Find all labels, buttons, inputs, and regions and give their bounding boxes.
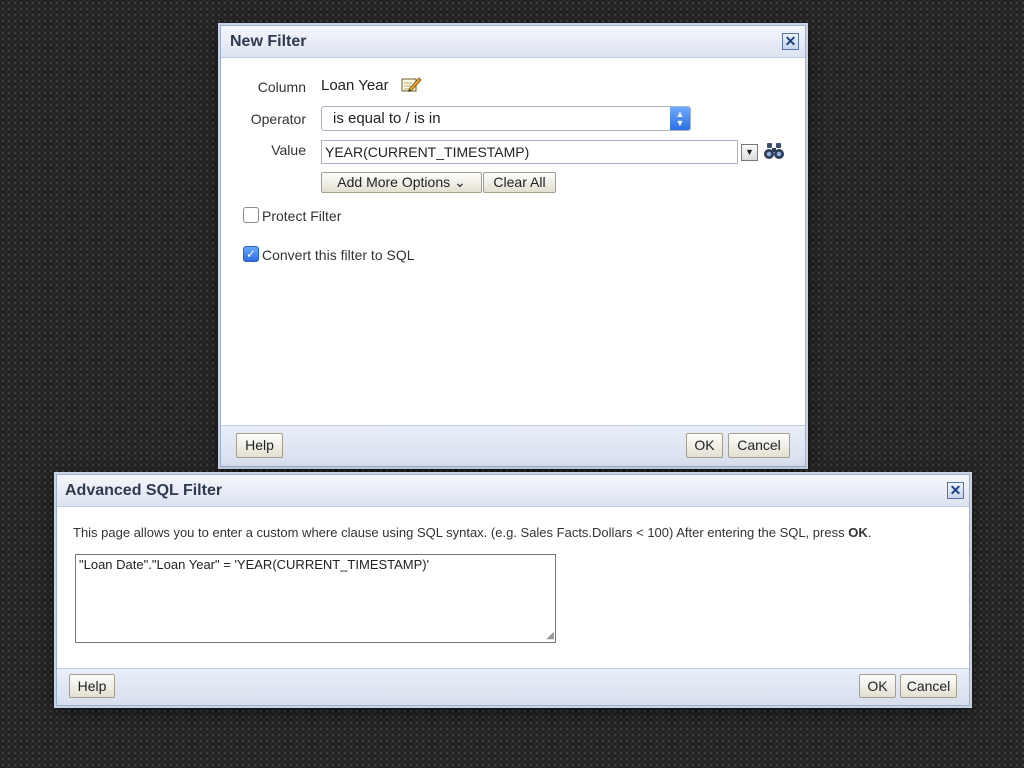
resize-grip-icon[interactable]: ◢ (546, 631, 554, 641)
value-dropdown-button[interactable]: ▼ (741, 144, 758, 161)
help-button[interactable]: Help (236, 433, 283, 458)
new-filter-title: New Filter (230, 33, 307, 50)
sql-instructions-end: . (867, 525, 872, 540)
sql-textarea[interactable]: "Loan Date"."Loan Year" = 'YEAR(CURRENT_… (75, 554, 556, 643)
clear-all-label: Clear All (493, 174, 546, 190)
value-label: Value (271, 142, 306, 158)
operator-label: Operator (250, 111, 306, 127)
select-arrows-icon: ▲ ▼ (670, 107, 690, 130)
advanced-sql-header: Advanced SQL Filter ✕ (57, 475, 969, 507)
column-value: Loan Year (321, 77, 389, 94)
help-button[interactable]: Help (69, 674, 115, 698)
operator-select[interactable]: is equal to / is in ▲ ▼ (321, 106, 691, 131)
close-icon: ✕ (784, 33, 797, 49)
sql-instructions: This page allows you to enter a custom w… (73, 525, 963, 540)
help-label: Help (77, 678, 107, 694)
operator-selected-value: is equal to / is in (333, 110, 441, 127)
add-more-options-label: Add More Options ⌄ (337, 174, 466, 190)
advanced-sql-close-button[interactable]: ✕ (947, 482, 964, 499)
new-filter-header: New Filter ✕ (221, 26, 805, 58)
new-filter-dialog: New Filter ✕ Column Loan Year Operator i… (220, 25, 806, 467)
sql-instructions-text: This page allows you to enter a custom w… (73, 525, 849, 540)
new-filter-close-button[interactable]: ✕ (782, 33, 799, 50)
value-input-text: YEAR(CURRENT_TIMESTAMP) (325, 144, 530, 160)
help-label: Help (245, 437, 274, 453)
convert-sql-checkbox[interactable]: ✓ (243, 246, 259, 262)
checkmark-icon: ✓ (245, 247, 257, 261)
ok-label: OK (694, 437, 715, 453)
sql-instructions-ok: OK (848, 525, 868, 540)
binoculars-icon[interactable] (763, 142, 785, 160)
sql-textarea-text: "Loan Date"."Loan Year" = 'YEAR(CURRENT_… (79, 557, 430, 572)
advanced-sql-title: Advanced SQL Filter (65, 482, 223, 499)
protect-filter-label: Protect Filter (262, 208, 342, 224)
chevron-down-icon: ▼ (745, 147, 754, 157)
cancel-button[interactable]: Cancel (900, 674, 957, 698)
new-filter-footer: Help OK Cancel (221, 425, 805, 466)
add-more-options-button[interactable]: Add More Options ⌄ (321, 172, 482, 193)
cancel-label: Cancel (737, 437, 781, 453)
advanced-sql-filter-dialog: Advanced SQL Filter ✕ This page allows y… (56, 474, 970, 706)
value-input[interactable]: YEAR(CURRENT_TIMESTAMP) (321, 140, 738, 164)
ok-label: OK (867, 678, 888, 694)
edit-column-icon[interactable] (401, 76, 422, 93)
ok-button[interactable]: OK (686, 433, 723, 458)
ok-button[interactable]: OK (859, 674, 896, 698)
advanced-sql-footer: Help OK Cancel (57, 668, 969, 705)
close-icon: ✕ (949, 482, 962, 498)
cancel-button[interactable]: Cancel (728, 433, 790, 458)
clear-all-button[interactable]: Clear All (483, 172, 556, 193)
convert-sql-label: Convert this filter to SQL (262, 247, 415, 263)
column-label: Column (257, 79, 306, 95)
protect-filter-checkbox[interactable] (243, 207, 259, 223)
cancel-label: Cancel (906, 678, 951, 694)
